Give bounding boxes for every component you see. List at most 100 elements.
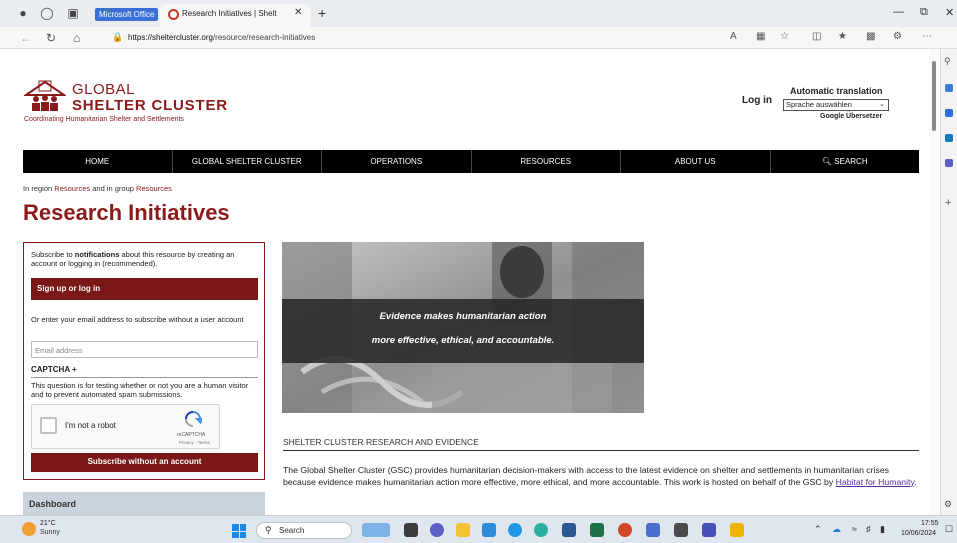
teams-chat-icon[interactable] xyxy=(430,523,444,537)
page-title: Research Initiatives xyxy=(23,200,230,225)
hero-caption-line-2: more effective, ethical, and accountable… xyxy=(371,335,555,346)
notification-bell-icon[interactable]: ☐ xyxy=(945,524,953,535)
nav-about-us[interactable]: ABOUT US xyxy=(621,150,771,173)
recaptcha-widget: I'm not a robot reCAPTCHA Privacy - Term… xyxy=(31,404,220,449)
task-view-icon[interactable] xyxy=(404,523,418,537)
workspaces-icon[interactable]: ◯ xyxy=(40,6,54,20)
favorites-icon[interactable]: ★ xyxy=(838,31,847,42)
taskbar-search[interactable]: ⚲ Search xyxy=(256,522,352,539)
refresh-icon[interactable]: ↻ xyxy=(46,31,56,45)
weather-sun-icon[interactable] xyxy=(22,522,36,536)
wifi-icon[interactable]: ≈ xyxy=(852,524,857,534)
sidebar-add-icon[interactable]: + xyxy=(945,197,951,209)
logo-text-shelter-cluster: SHELTER CLUSTER xyxy=(72,97,228,114)
favorite-star-icon[interactable]: ☆ xyxy=(780,31,789,42)
lock-icon[interactable]: 🔒 xyxy=(112,32,123,43)
microsoft-office-tab-group[interactable]: Microsoft Office xyxy=(95,8,159,21)
dashboard-panel-header[interactable]: Dashboard xyxy=(23,492,265,515)
nav-global-shelter-cluster[interactable]: GLOBAL SHELTER CLUSTER xyxy=(173,150,322,173)
back-icon[interactable]: ← xyxy=(20,31,32,45)
signup-login-button[interactable]: Sign up or log in xyxy=(31,278,258,300)
weather-condition[interactable]: Sunny xyxy=(40,529,60,536)
hero-caption-overlay: Evidence makes humanitarian action more … xyxy=(282,299,644,363)
defender-icon[interactable] xyxy=(646,523,660,537)
people-app-icon[interactable] xyxy=(482,523,496,537)
word-icon[interactable] xyxy=(562,523,576,537)
new-tab-icon[interactable]: + xyxy=(318,5,326,21)
hero-image: Evidence makes humanitarian action more … xyxy=(282,242,644,413)
onedrive-icon[interactable]: ☁ xyxy=(832,524,841,535)
nav-operations[interactable]: OPERATIONS xyxy=(322,150,472,173)
excel-icon[interactable] xyxy=(590,523,604,537)
captcha-description: This question is for testing whether or … xyxy=(31,381,249,399)
restore-icon[interactable]: ⧉ xyxy=(920,6,928,19)
tab-title: Research Initiatives | Shelter Clus xyxy=(182,9,277,18)
logo-text-global: GLOBAL xyxy=(72,81,136,98)
scroll-thumb[interactable] xyxy=(932,61,936,131)
subscribe-without-account-button[interactable]: Subscribe without an account xyxy=(31,453,258,472)
breadcrumb-region-link[interactable]: Resources xyxy=(54,184,90,193)
sidebar-tools-icon[interactable] xyxy=(945,109,953,117)
windows-start-icon[interactable] xyxy=(232,524,246,538)
shelter-cluster-logo-icon[interactable] xyxy=(24,79,66,113)
recaptcha-terms-link[interactable]: Privacy - Terms xyxy=(179,440,210,445)
tab-actions-icon[interactable]: ▣ xyxy=(66,6,80,20)
body-end: . xyxy=(914,476,917,487)
email-field[interactable]: Email address xyxy=(31,341,258,358)
nav-search[interactable]: 🔍︎ SEARCH xyxy=(771,150,920,173)
breadcrumb-group-link[interactable]: Resources xyxy=(136,184,172,193)
nav-resources[interactable]: RESOURCES xyxy=(472,150,621,173)
profile-icon[interactable]: ● xyxy=(16,6,30,20)
habitat-for-humanity-link[interactable]: Habitat for Humanity xyxy=(836,477,915,487)
close-window-icon[interactable]: ✕ xyxy=(945,6,954,19)
clock-date[interactable]: 10/06/2024 xyxy=(901,530,936,537)
sticky-app-icon[interactable] xyxy=(730,523,744,537)
clock-time[interactable]: 17:55 xyxy=(921,520,939,527)
divider xyxy=(31,377,258,378)
captcha-heading[interactable]: CAPTCHA + xyxy=(31,365,259,374)
widget-app-icon[interactable] xyxy=(362,523,390,537)
read-aloud-icon[interactable]: A xyxy=(730,31,737,42)
breadcrumb-middle: and in group xyxy=(92,184,134,193)
recaptcha-logo-icon xyxy=(185,411,202,427)
app-available-icon[interactable]: ▦ xyxy=(756,31,765,42)
battery-icon[interactable]: ▮ xyxy=(880,524,885,535)
sidebar-settings-icon[interactable]: ⚙ xyxy=(944,499,952,510)
sidebar-search-icon[interactable]: ⚲ xyxy=(944,56,951,67)
main-navigation: HOME GLOBAL SHELTER CLUSTER OPERATIONS R… xyxy=(23,150,919,173)
close-tab-icon[interactable]: ✕ xyxy=(294,7,302,18)
translation-heading: Automatic translation xyxy=(790,86,883,96)
extensions-icon[interactable]: ⚙ xyxy=(893,31,902,42)
subscribe-panel: Subscribe to notifications about this re… xyxy=(23,242,265,480)
home-icon[interactable]: ⌂ xyxy=(73,31,80,45)
language-select[interactable]: Sprache auswählen ⌄ xyxy=(783,99,889,111)
windows-taskbar: 21°C Sunny ⚲ Search ⌃ ☁ ≈ ♯ ▮ 17:55 10/0… xyxy=(0,515,957,543)
collections-icon[interactable]: ▩ xyxy=(866,31,875,42)
subscribe-intro: Subscribe to notifications about this re… xyxy=(31,250,259,268)
skype-icon[interactable] xyxy=(508,523,522,537)
file-explorer-icon[interactable] xyxy=(456,523,470,537)
edge-browser-icon[interactable] xyxy=(534,523,548,537)
weather-temperature[interactable]: 21°C xyxy=(40,520,56,527)
split-screen-icon[interactable]: ◫ xyxy=(812,31,821,42)
nav-search-label: SEARCH xyxy=(834,157,868,166)
volume-icon[interactable]: ♯ xyxy=(866,524,871,534)
body-paragraph: The Global Shelter Cluster (GSC) provide… xyxy=(283,465,919,488)
login-link[interactable]: Log in xyxy=(742,95,772,106)
chevron-down-icon: ⌄ xyxy=(879,101,885,108)
teams-icon[interactable] xyxy=(702,523,716,537)
nav-home[interactable]: HOME xyxy=(23,150,173,173)
sidebar-teams-icon[interactable] xyxy=(945,159,953,167)
url-field[interactable]: https://sheltercluster.org/resource/rese… xyxy=(128,33,315,42)
page-scrollbar[interactable] xyxy=(929,49,939,515)
tray-chevron-up-icon[interactable]: ⌃ xyxy=(814,524,822,535)
powerpoint-icon[interactable] xyxy=(618,523,632,537)
minimize-icon[interactable]: — xyxy=(893,6,904,18)
more-icon[interactable]: ⋯ xyxy=(922,31,932,42)
search-icon: ⚲ xyxy=(265,525,272,535)
recaptcha-checkbox[interactable] xyxy=(40,417,57,434)
sidebar-outlook-icon[interactable] xyxy=(945,134,953,142)
tab-research-initiatives[interactable]: Research Initiatives | Shelter Clus ✕ xyxy=(160,4,310,27)
sidebar-shopping-icon[interactable] xyxy=(945,84,953,92)
calculator-icon[interactable] xyxy=(674,523,688,537)
